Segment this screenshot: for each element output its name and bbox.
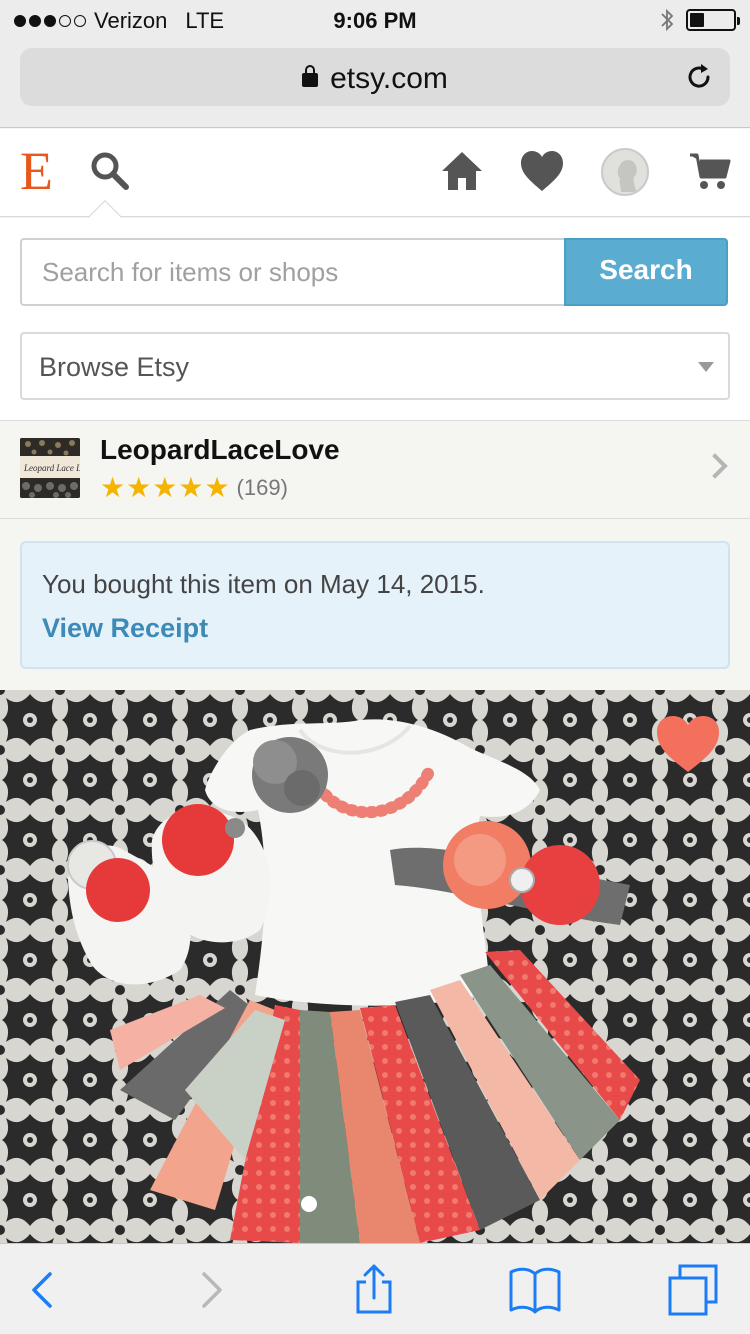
star-icon: ★ [100,472,126,503]
star-icon: ★ [152,472,178,503]
star-icon: ★ [178,472,204,503]
address-bar[interactable]: etsy.com [20,48,730,106]
cart-icon[interactable] [688,149,732,193]
shop-rating: ★ ★ ★ ★ ★ (169) [100,474,288,502]
browse-etsy-dropdown[interactable]: Browse Etsy [20,332,730,400]
view-receipt-link[interactable]: View Receipt [42,613,208,644]
url-text: etsy.com [330,62,448,95]
status-time: 9:06 PM [333,8,417,33]
bookmarks-icon[interactable] [507,1262,563,1318]
favorite-heart-icon[interactable] [655,714,721,774]
search-button[interactable]: Search [564,238,728,306]
star-icon: ★ [126,472,152,503]
reload-icon[interactable] [684,62,714,92]
star-icon: ★ [204,472,230,503]
forward-icon[interactable] [182,1262,238,1318]
browse-label: Browse Etsy [39,352,190,382]
purchase-notice: You bought this item on May 14, 2015. Vi… [20,541,730,669]
back-icon[interactable] [16,1262,72,1318]
avatar[interactable] [601,148,649,196]
share-icon[interactable] [346,1262,402,1318]
review-count: (169) [236,475,288,500]
search-panel: Search Browse Etsy [0,218,750,421]
product-image[interactable] [0,690,750,1243]
search-input[interactable] [20,238,566,306]
avatar-silhouette-icon [617,159,637,192]
shop-row[interactable]: Leopard Lace Love LeopardLaceLove ★ ★ ★ … [0,421,750,519]
product-photo [0,690,750,1243]
browser-address-area: etsy.com [0,40,750,128]
carousel-dot-active[interactable] [301,1196,317,1212]
lock-icon [302,65,319,87]
purchase-message: You bought this item on May 14, 2015. [42,569,485,599]
search-icon[interactable] [88,149,132,193]
status-bar: Verizon LTE 9:06 PM [0,0,750,40]
home-icon[interactable] [440,149,484,193]
address-text-wrap: etsy.com [20,62,730,96]
shop-name[interactable]: LeopardLaceLove [100,434,340,466]
heart-icon[interactable] [519,149,565,193]
bluetooth-icon [661,8,674,32]
shop-avatar: Leopard Lace Love [20,438,80,498]
chevron-right-icon [702,453,728,479]
etsy-logo[interactable]: E [20,141,53,201]
chevron-down-icon [698,362,714,372]
tabs-icon[interactable] [666,1262,722,1318]
battery-icon [686,9,740,31]
site-header: E [0,129,750,234]
browser-toolbar [0,1243,750,1334]
status-right [660,8,740,32]
svg-text:Leopard Lace Love: Leopard Lace Love [23,463,80,473]
